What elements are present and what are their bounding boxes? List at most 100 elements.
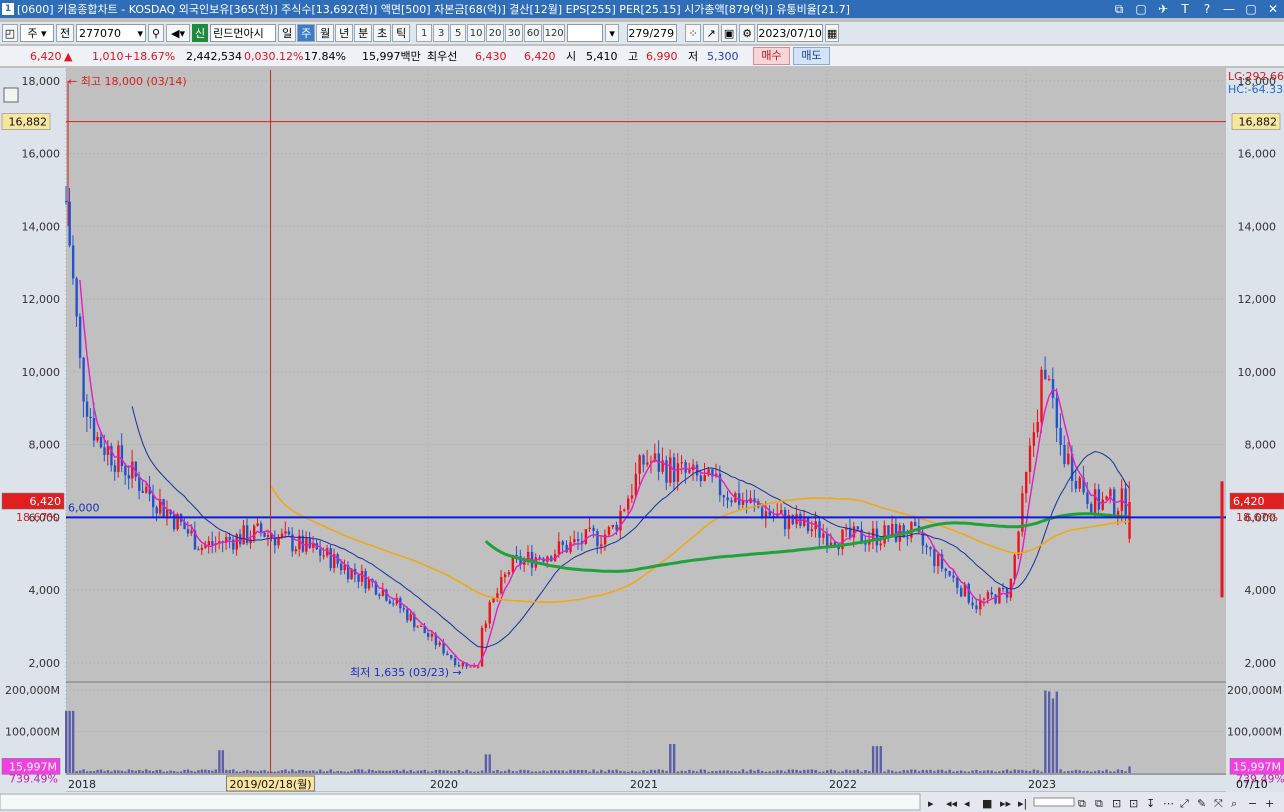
font-icon[interactable]: T xyxy=(1178,2,1192,16)
interval-button-1[interactable]: 1 xyxy=(416,24,433,42)
candle-body xyxy=(1040,369,1043,422)
market-select[interactable]: 주 ▾ xyxy=(20,24,54,42)
volume-bar xyxy=(477,771,480,773)
volume-bar xyxy=(423,769,426,773)
chevron-down-icon[interactable]: ▾ xyxy=(137,27,145,40)
candle-body xyxy=(78,316,82,358)
period-tabs: 일주월년분초틱 xyxy=(278,24,411,42)
help-icon[interactable]: ? xyxy=(1200,2,1214,16)
candle-body xyxy=(378,594,381,596)
draw-icon[interactable]: ↗ xyxy=(703,24,720,42)
volume-bar xyxy=(745,771,749,773)
gear-icon[interactable]: ⚙ xyxy=(739,24,756,42)
scroll-control-4: ▸▸ xyxy=(1000,797,1012,810)
volume-bar xyxy=(172,771,176,773)
candle-body xyxy=(623,509,626,511)
candle-body xyxy=(936,554,940,567)
volume-bar xyxy=(611,770,615,773)
interval-button-60[interactable]: 60 xyxy=(524,24,543,42)
scroll-control-1: ◂◂ xyxy=(946,797,958,810)
interval-input[interactable] xyxy=(567,24,604,42)
volume-bar xyxy=(392,770,395,773)
volume-bar xyxy=(864,770,867,773)
candle-body xyxy=(357,574,360,582)
candle-body xyxy=(503,574,507,578)
sound-icon[interactable]: ◀▾ xyxy=(166,24,190,42)
candle-body xyxy=(1097,489,1101,510)
volume-bar xyxy=(99,769,103,773)
volume-bar xyxy=(360,769,364,773)
volume-bar xyxy=(787,769,791,773)
pin-icon[interactable]: ✈ xyxy=(1156,2,1170,16)
count-field[interactable]: 279/279 xyxy=(627,24,678,42)
save-icon[interactable]: ▣ xyxy=(721,24,738,42)
volume-bar xyxy=(134,770,138,773)
candle-body xyxy=(141,490,144,493)
period-tab-4[interactable]: 분 xyxy=(354,24,373,42)
buy-button[interactable]: 매수 xyxy=(753,47,790,65)
candle-body xyxy=(810,529,814,532)
date-field[interactable]: 2023/07/10 xyxy=(757,24,824,42)
volume-bar xyxy=(906,770,909,773)
candle-body xyxy=(71,245,75,279)
candle-body xyxy=(367,579,371,589)
toolbar: ◰ 주 ▾ 전 277070 ▾ ⚲ ◀▾ 신 린드먼아시 일주월년분초틱 135… xyxy=(0,22,1284,44)
interval-button-20[interactable]: 20 xyxy=(486,24,505,42)
chart-tool-8: ⤧ xyxy=(1214,797,1223,810)
volume-bar xyxy=(986,770,990,773)
price-chart[interactable]: 18,000 18,00016,000 16,00014,000 14,00012,0… xyxy=(0,68,1284,812)
interval-button-5[interactable]: 5 xyxy=(450,24,467,42)
interval-button-30[interactable]: 30 xyxy=(505,24,524,42)
period-tab-1[interactable]: 주 xyxy=(297,24,316,42)
volume-bar xyxy=(1036,770,1039,773)
interval-button-3[interactable]: 3 xyxy=(433,24,450,42)
interval-button-10[interactable]: 10 xyxy=(467,24,486,42)
volume-bar xyxy=(902,770,905,773)
volume-bar xyxy=(465,769,468,773)
volume-bar xyxy=(103,771,106,773)
search-icon[interactable]: ⚲ xyxy=(148,24,164,42)
interval-button-120[interactable]: 120 xyxy=(543,24,566,42)
scroll-control-3: ■ xyxy=(982,797,992,810)
chevron-down-icon[interactable]: ▾ xyxy=(605,24,620,42)
candle-body xyxy=(1013,554,1016,579)
volume-bar xyxy=(305,770,308,773)
candle-body xyxy=(207,541,211,545)
layout-icon[interactable]: ◰ xyxy=(2,24,18,42)
scroll-control-0: ▸ xyxy=(928,797,934,810)
stock-code-input[interactable]: 277070 ▾ xyxy=(76,24,146,42)
tile-icon[interactable]: ⧉ xyxy=(1112,2,1126,17)
volume-bar xyxy=(413,771,416,773)
volume-bar xyxy=(810,769,814,773)
period-tab-6[interactable]: 틱 xyxy=(392,24,411,42)
volume-bar xyxy=(246,769,249,773)
volume-bar xyxy=(1017,769,1020,773)
candle-body xyxy=(929,547,932,550)
volume-bar xyxy=(350,770,353,773)
code-prefix-button[interactable]: 전 xyxy=(56,24,74,42)
period-tab-0[interactable]: 일 xyxy=(278,24,297,42)
candle-body xyxy=(392,603,395,605)
period-tab-5[interactable]: 초 xyxy=(373,24,392,42)
calendar-icon[interactable]: ▦ xyxy=(825,24,840,42)
volume-bar xyxy=(402,769,406,773)
sell-button[interactable]: 매도 xyxy=(793,47,830,65)
restore-icon[interactable]: ▢ xyxy=(1134,2,1148,16)
period-tab-3[interactable]: 년 xyxy=(335,24,354,42)
volume-bar xyxy=(113,770,117,773)
candle-body xyxy=(952,575,955,578)
candle-body xyxy=(611,524,615,528)
volume-bar xyxy=(308,770,312,773)
volume-bar xyxy=(200,769,204,773)
hline-tag-left: 16,882 xyxy=(9,116,48,129)
maximize-icon[interactable]: ▢ xyxy=(1244,2,1258,16)
best-bid: 6,420 xyxy=(524,49,556,63)
volume-bar xyxy=(1067,771,1070,773)
volume-bar xyxy=(339,771,343,773)
minimize-icon[interactable]: — xyxy=(1222,2,1236,16)
compare-icon[interactable]: ⁘ xyxy=(685,24,702,42)
volume-bar xyxy=(92,771,96,773)
period-tab-2[interactable]: 월 xyxy=(316,24,335,42)
close-icon[interactable]: ✕ xyxy=(1266,2,1280,16)
support-label: 6,000 xyxy=(68,501,100,514)
